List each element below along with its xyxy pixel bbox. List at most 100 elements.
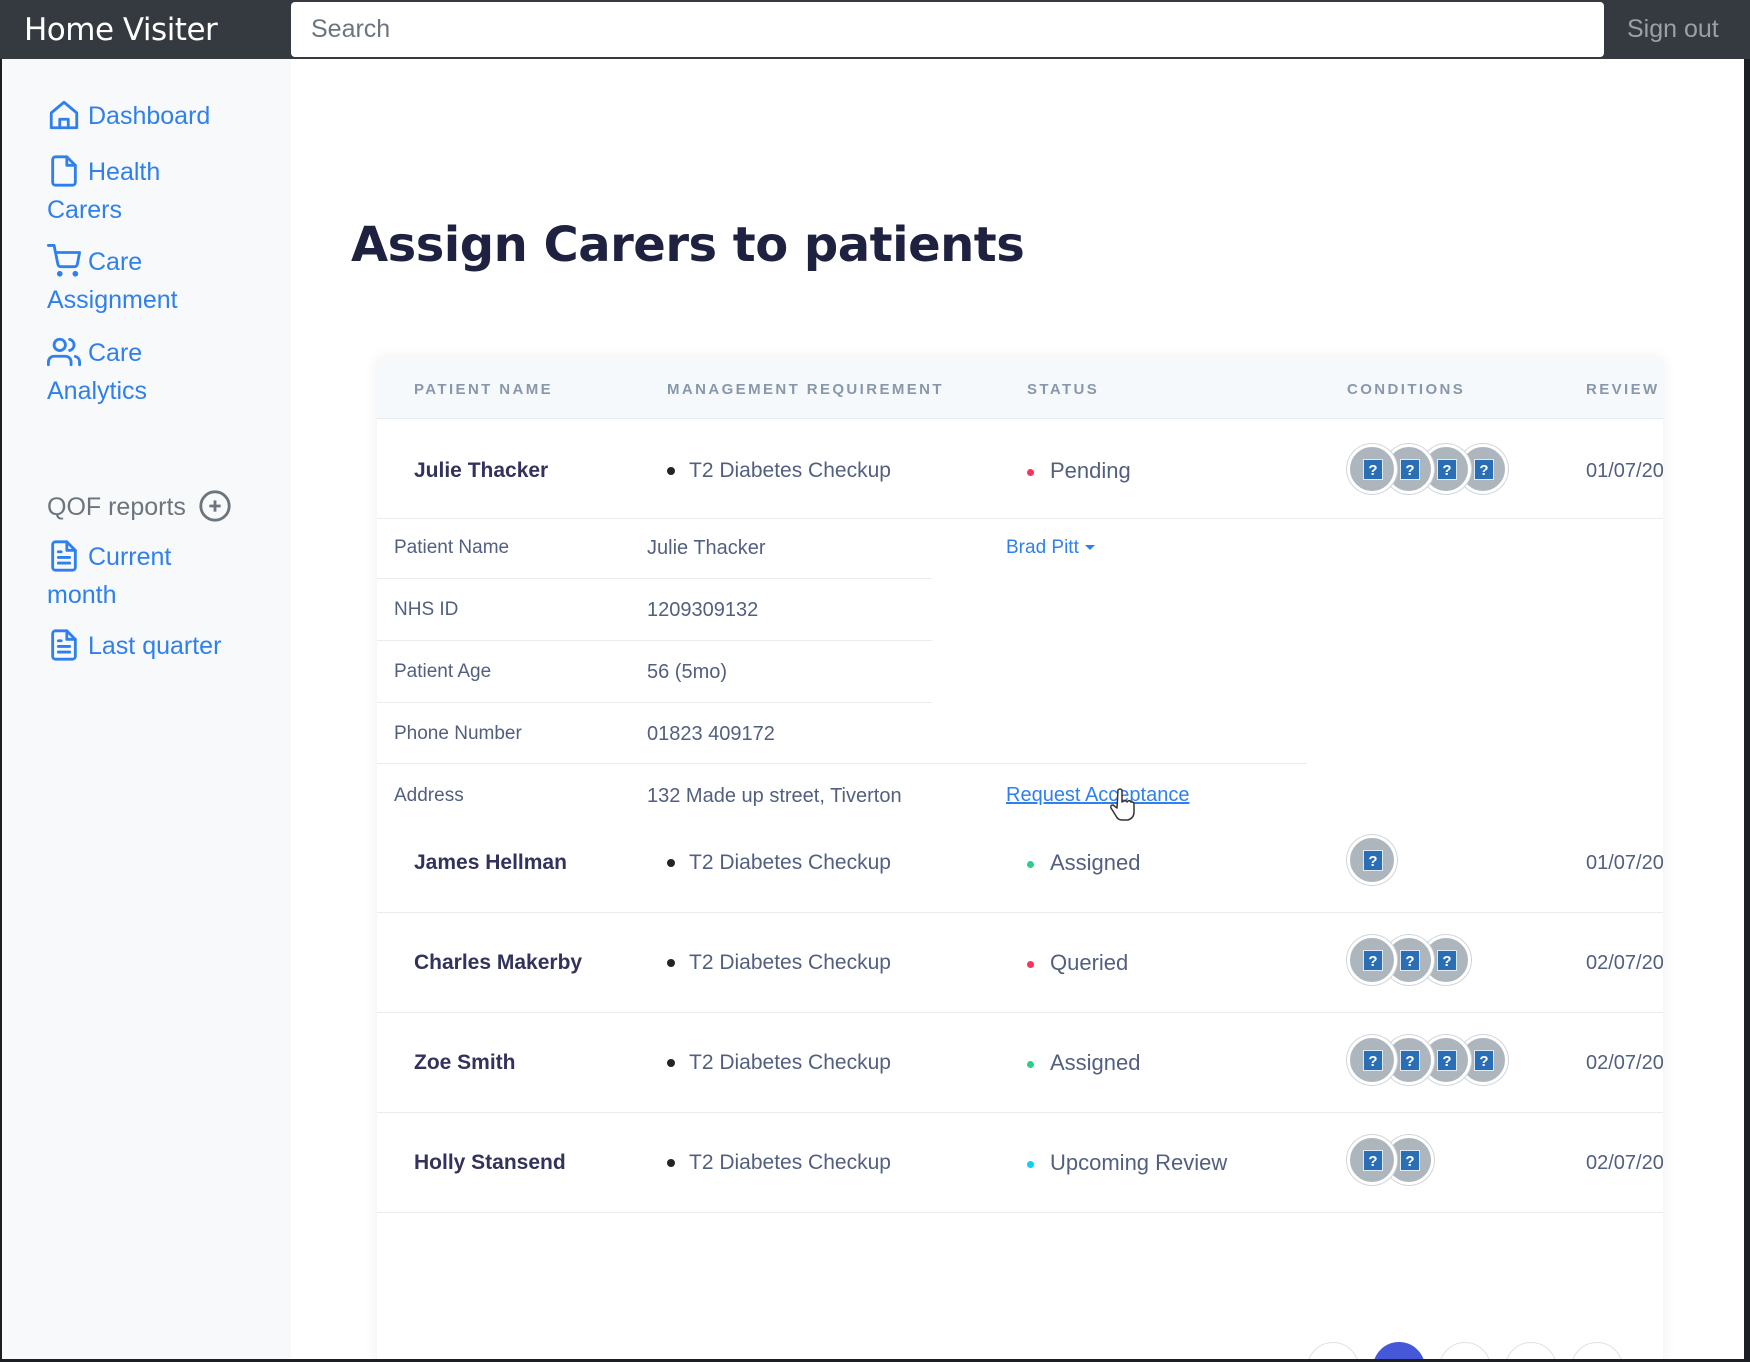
detail-label: Patient Age: [394, 661, 492, 682]
bullet-icon: [667, 1159, 675, 1168]
users-icon: [47, 335, 82, 369]
request-acceptance-link[interactable]: Request Acceptance: [1006, 784, 1189, 807]
detail-value: 1209309132: [647, 599, 759, 621]
sidebar: Dashboard Health Carers Care Assignment …: [2, 59, 291, 1359]
requirement-text: T2 Diabetes Checkup: [689, 1151, 891, 1174]
sidebar-item-label: Last quarter: [88, 632, 222, 660]
status-dot-icon: [1027, 960, 1034, 968]
carer-select-value: Brad Pitt: [1006, 537, 1079, 558]
patient-name: James Hellman: [414, 851, 567, 874]
table-header: PATIENT NAME MANAGEMENT REQUIREMENT STAT…: [377, 357, 1663, 419]
app-frame: Dashboard Health Carers Care Assignment …: [2, 59, 1744, 1359]
sidebar-item-label: Care: [88, 339, 143, 367]
pagination-page-button[interactable]: 2: [1439, 1342, 1491, 1359]
question-icon: ?: [1400, 1150, 1420, 1171]
detail-value: Julie Thacker: [647, 537, 766, 559]
question-icon: ?: [1363, 1150, 1383, 1171]
pagination-page-button[interactable]: 3: [1505, 1342, 1557, 1359]
status-badge: Queried: [1027, 950, 1128, 976]
section-title: QOF reports: [47, 493, 186, 521]
top-navbar: Home Visiter Sign out: [0, 0, 1750, 59]
condition-avatar[interactable]: ?: [1347, 1035, 1397, 1085]
table-row[interactable]: Zoe Smith T2 Diabetes Checkup Assigned ?…: [377, 1013, 1663, 1113]
condition-avatar[interactable]: ?: [1347, 444, 1397, 494]
detail-row: Patient Age 56 (5mo): [377, 641, 932, 703]
review-date: 01/07/20: [1586, 852, 1663, 874]
header-management-requirement[interactable]: MANAGEMENT REQUIREMENT: [667, 381, 944, 398]
sidebar-item-label-cont: Assignment: [47, 286, 178, 314]
requirement-text: T2 Diabetes Checkup: [689, 1051, 891, 1074]
add-report-icon[interactable]: [198, 489, 232, 523]
pagination-next-button[interactable]: [1571, 1342, 1623, 1359]
sidebar-item-care-analytics[interactable]: Care Analytics: [47, 334, 147, 410]
table-row[interactable]: James Hellman T2 Diabetes Checkup Assign…: [377, 813, 1663, 913]
detail-value: 56 (5mo): [647, 661, 728, 683]
detail-value: 01823 409172: [647, 723, 775, 745]
management-requirement: T2 Diabetes Checkup: [667, 459, 891, 483]
bullet-icon: [667, 467, 675, 476]
management-requirement: T2 Diabetes Checkup: [667, 1051, 891, 1075]
sidebar-item-health-carers[interactable]: Health Carers: [47, 153, 160, 229]
requirement-text: T2 Diabetes Checkup: [689, 951, 891, 974]
sidebar-item-label: Current: [88, 543, 172, 571]
sidebar-item-label-cont: Analytics: [47, 377, 148, 405]
status-text: Assigned: [1050, 1050, 1141, 1075]
pagination-page-button[interactable]: 1: [1373, 1342, 1425, 1359]
status-badge: Upcoming Review: [1027, 1150, 1227, 1176]
question-icon: ?: [1363, 1050, 1383, 1071]
patient-name: Holly Stansend: [414, 1151, 566, 1174]
condition-avatar[interactable]: ?: [1347, 935, 1397, 985]
file-text-icon: [47, 628, 81, 662]
question-icon: ?: [1363, 459, 1383, 480]
bullet-icon: [667, 859, 675, 868]
review-date: 02/07/20: [1586, 1052, 1663, 1074]
caret-down-icon: [1084, 545, 1095, 550]
detail-value: 132 Made up street, Tiverton: [647, 785, 902, 807]
bullet-icon: [667, 1059, 675, 1068]
header-conditions[interactable]: CONDITIONS: [1347, 381, 1465, 398]
status-text: Queried: [1050, 950, 1129, 975]
sidebar-item-dashboard[interactable]: Dashboard: [47, 97, 210, 135]
status-badge: Pending: [1027, 458, 1131, 484]
patient-name: Julie Thacker: [414, 459, 549, 482]
status-dot-icon: [1027, 1160, 1034, 1168]
question-icon: ?: [1400, 950, 1420, 971]
search-input[interactable]: [291, 2, 1604, 57]
qof-reports-heading: QOF reports: [47, 489, 232, 523]
sidebar-item-label: Dashboard: [88, 102, 211, 130]
requirement-text: T2 Diabetes Checkup: [689, 459, 891, 482]
condition-avatar[interactable]: ?: [1347, 1135, 1397, 1185]
table-row[interactable]: Holly Stansend T2 Diabetes Checkup Upcom…: [377, 1113, 1663, 1213]
table-row[interactable]: Charles Makerby T2 Diabetes Checkup Quer…: [377, 913, 1663, 1013]
question-icon: ?: [1437, 950, 1457, 971]
pagination-prev-button[interactable]: [1307, 1342, 1359, 1359]
status-dot-icon: [1027, 1060, 1034, 1068]
patients-table-card: PATIENT NAME MANAGEMENT REQUIREMENT STAT…: [377, 357, 1663, 1359]
status-dot-icon: [1027, 860, 1034, 868]
management-requirement: T2 Diabetes Checkup: [667, 1151, 891, 1175]
status-text: Pending: [1050, 458, 1131, 483]
sign-out-link[interactable]: Sign out: [1627, 15, 1719, 44]
carer-select-dropdown[interactable]: Brad Pitt: [1006, 537, 1095, 559]
review-date: 01/07/20: [1586, 460, 1663, 482]
header-review[interactable]: REVIEW: [1586, 381, 1660, 398]
detail-row: Patient Name Julie Thacker: [377, 517, 932, 579]
review-date: 02/07/20: [1586, 952, 1663, 974]
detail-row: NHS ID 1209309132: [377, 579, 932, 641]
condition-avatar[interactable]: ?: [1347, 835, 1397, 885]
status-badge: Assigned: [1027, 1050, 1141, 1076]
sidebar-item-last-quarter[interactable]: Last quarter: [47, 627, 221, 665]
management-requirement: T2 Diabetes Checkup: [667, 851, 891, 875]
header-status[interactable]: STATUS: [1027, 381, 1099, 398]
question-icon: ?: [1437, 459, 1457, 480]
question-icon: ?: [1400, 1050, 1420, 1071]
brand-title[interactable]: Home Visiter: [24, 12, 218, 48]
table-row[interactable]: Julie Thacker T2 Diabetes Checkup Pendin…: [377, 419, 1663, 519]
sidebar-item-current-month[interactable]: Current month: [47, 538, 171, 614]
detail-label: Patient Name: [394, 537, 510, 558]
home-icon: [47, 98, 81, 132]
review-date: 02/07/20: [1586, 1152, 1663, 1174]
header-patient-name[interactable]: PATIENT NAME: [414, 381, 553, 398]
question-icon: ?: [1474, 1050, 1494, 1071]
sidebar-item-care-assignment[interactable]: Care Assignment: [47, 243, 178, 319]
